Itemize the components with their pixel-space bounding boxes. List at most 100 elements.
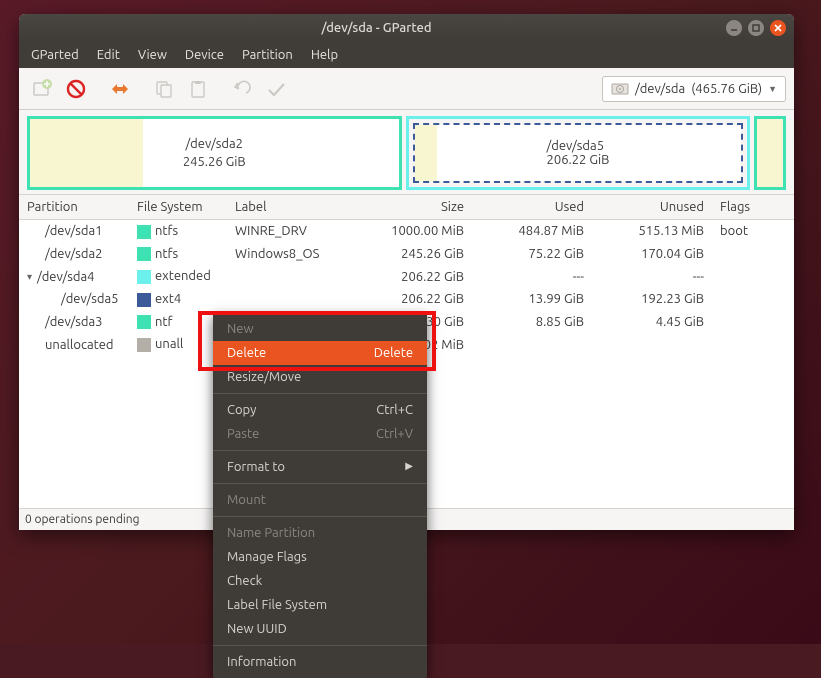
context-menu-item[interactable]: Delete Delete: [213, 341, 427, 365]
context-menu-item: Name Partition: [213, 521, 427, 545]
cell-used: ---: [472, 265, 592, 288]
disk-selector[interactable]: /dev/sda (465.76 GiB) ▼: [602, 76, 786, 102]
cell-label: [227, 265, 342, 288]
window-controls: [726, 20, 786, 36]
chevron-down-icon: ▼: [768, 84, 777, 94]
minimize-button[interactable]: [726, 20, 742, 36]
context-menu-item[interactable]: Format to ▶: [213, 455, 427, 479]
window-title: /dev/sda - GParted: [27, 21, 726, 35]
context-menu-item[interactable]: Manage Flags: [213, 545, 427, 569]
status-text: 0 operations pending: [25, 513, 140, 526]
copy-button: [149, 74, 179, 104]
cell-flags: [712, 288, 794, 311]
graphic-sda5-size: 206.22 GiB: [547, 153, 610, 167]
table-row[interactable]: /dev/sda5ext4206.22 GiB13.99 GiB192.23 G…: [19, 288, 794, 311]
context-menu-label: Label File System: [227, 598, 327, 612]
context-menu-item[interactable]: Resize/Move: [213, 365, 427, 389]
submenu-arrow-icon: ▶: [405, 460, 413, 474]
context-menu-label: Copy: [227, 403, 256, 417]
resize-move-button[interactable]: [105, 74, 135, 104]
menu-help[interactable]: Help: [303, 44, 346, 66]
context-menu-label: Information: [227, 655, 296, 669]
context-menu-divider: [213, 393, 427, 394]
context-menu-item[interactable]: New UUID: [213, 617, 427, 641]
menu-edit[interactable]: Edit: [89, 44, 128, 66]
expand-icon[interactable]: ▾: [27, 271, 37, 283]
context-menu-item: Paste Ctrl+V: [213, 422, 427, 446]
cell-size: 1000.00 MiB: [342, 220, 472, 243]
filesystem-name: ntfs: [155, 247, 178, 261]
header-partition[interactable]: Partition: [19, 195, 129, 220]
context-menu-item[interactable]: CopyCtrl+C: [213, 398, 427, 422]
filesystem-swatch: [137, 338, 151, 352]
graphic-sda2-name: /dev/sda2: [183, 135, 246, 153]
disk-path: /dev/sda: [635, 82, 685, 96]
graphic-sda2-size: 245.26 GiB: [183, 153, 246, 171]
table-row[interactable]: /dev/sda1ntfsWINRE_DRV1000.00 MiB484.87 …: [19, 220, 794, 243]
header-unused[interactable]: Unused: [592, 195, 712, 220]
graphic-extended[interactable]: /dev/sda5 206.22 GiB: [406, 116, 751, 190]
delete-partition-button[interactable]: [61, 74, 91, 104]
graphic-sda5[interactable]: /dev/sda5 206.22 GiB: [413, 123, 744, 183]
context-menu-label: Paste: [227, 427, 259, 441]
filesystem-swatch: [137, 270, 151, 284]
cell-unused: 515.13 MiB: [592, 220, 712, 243]
header-filesystem[interactable]: File System: [129, 195, 227, 220]
table-row[interactable]: /dev/sda2ntfsWindows8_OS245.26 GiB75.22 …: [19, 243, 794, 266]
cell-size: 206.22 GiB: [342, 265, 472, 288]
cell-used: 484.87 MiB: [472, 220, 592, 243]
table-row[interactable]: ▾/dev/sda4extended206.22 GiB------: [19, 265, 794, 288]
context-menu-label: Resize/Move: [227, 370, 301, 384]
header-flags[interactable]: Flags: [712, 195, 794, 220]
close-button[interactable]: [770, 20, 786, 36]
menu-gparted[interactable]: GParted: [23, 44, 87, 66]
partition-name: /dev/sda3: [45, 315, 103, 329]
cell-flags: [712, 265, 794, 288]
context-menu-item[interactable]: Check: [213, 569, 427, 593]
graphic-sda3[interactable]: [754, 116, 786, 190]
cell-label: Windows8_OS: [227, 243, 342, 266]
context-menu-label: Delete: [227, 346, 266, 360]
filesystem-name: ntf: [155, 315, 173, 329]
context-menu-item: New: [213, 317, 427, 341]
table-header-row: Partition File System Label Size Used Un…: [19, 195, 794, 220]
cell-used: [472, 333, 592, 356]
header-used[interactable]: Used: [472, 195, 592, 220]
cell-label: [227, 288, 342, 311]
cell-used: 13.99 GiB: [472, 288, 592, 311]
paste-button: [183, 74, 213, 104]
filesystem-name: ext4: [155, 292, 181, 306]
context-menu-label: Check: [227, 574, 262, 588]
partition-graphic: /dev/sda2 245.26 GiB /dev/sda5 206.22 Gi…: [27, 116, 786, 190]
context-menu-label: Format to: [227, 460, 285, 474]
context-menu-shortcut: Ctrl+V: [376, 427, 413, 441]
disk-size: (465.76 GiB): [691, 82, 762, 96]
context-menu-divider: [213, 483, 427, 484]
graphic-sda5-name: /dev/sda5: [547, 139, 610, 153]
cell-size: 245.26 GiB: [342, 243, 472, 266]
context-menu-item[interactable]: Label File System: [213, 593, 427, 617]
context-menu-label: New UUID: [227, 622, 287, 636]
context-menu-item[interactable]: Information: [213, 650, 427, 674]
cell-unused: 4.45 GiB: [592, 311, 712, 334]
filesystem-name: unall: [155, 337, 183, 351]
context-menu-divider: [213, 450, 427, 451]
filesystem-name: ntfs: [155, 224, 178, 238]
context-menu-shortcut: Delete: [374, 346, 413, 360]
toolbar: /dev/sda (465.76 GiB) ▼: [19, 68, 794, 110]
filesystem-swatch: [137, 315, 151, 329]
menu-partition[interactable]: Partition: [234, 44, 301, 66]
cell-unused: [592, 333, 712, 356]
context-menu-label: Manage Flags: [227, 550, 307, 564]
menu-view[interactable]: View: [130, 44, 175, 66]
filesystem-swatch: [137, 293, 151, 307]
maximize-button[interactable]: [748, 20, 764, 36]
header-size[interactable]: Size: [342, 195, 472, 220]
graphic-sda2[interactable]: /dev/sda2 245.26 GiB: [27, 116, 402, 190]
partition-name: /dev/sda5: [61, 292, 119, 306]
header-label[interactable]: Label: [227, 195, 342, 220]
filesystem-swatch: [137, 247, 151, 261]
context-menu-label: Mount: [227, 493, 266, 507]
menu-device[interactable]: Device: [177, 44, 232, 66]
partition-name: /dev/sda1: [45, 224, 103, 238]
